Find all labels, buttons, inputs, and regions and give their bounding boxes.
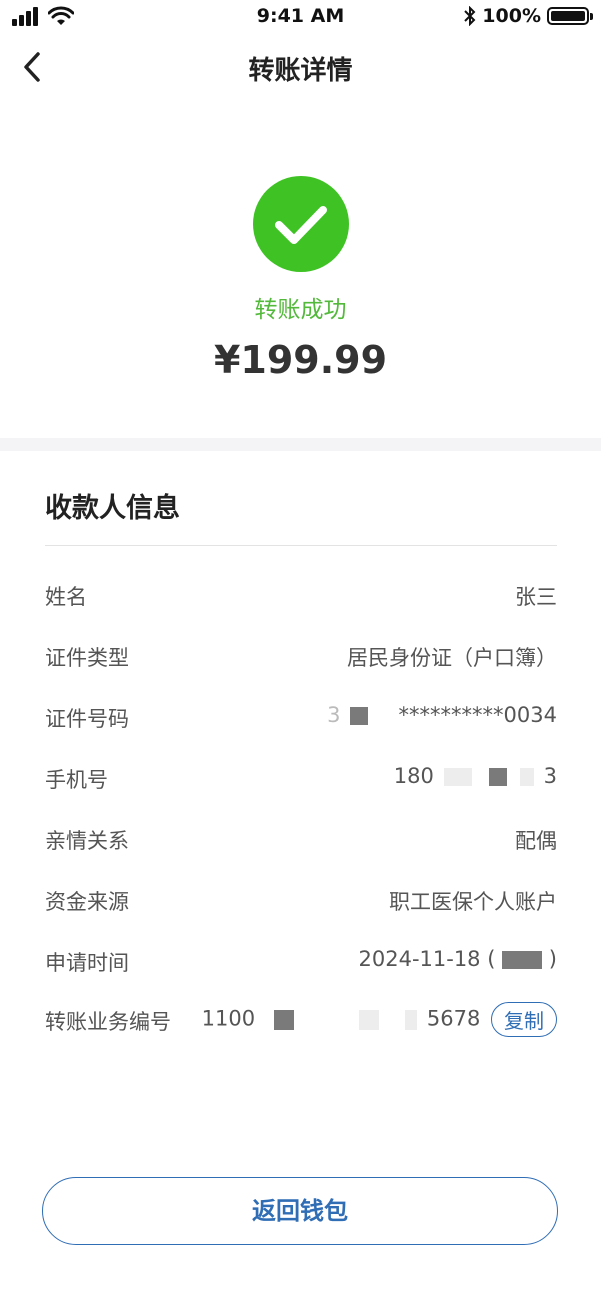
row-phone: 手机号 180 3 xyxy=(45,758,557,798)
value-prefix: 1100 xyxy=(201,1006,256,1031)
value-prefix: 180 xyxy=(393,764,434,788)
value-suffix: 3 xyxy=(543,764,557,788)
row-value: 张三 xyxy=(515,585,557,609)
row-label: 亲情关系 xyxy=(45,829,129,853)
row-value: 配偶 xyxy=(515,829,557,853)
row-value: 3 **********0034 xyxy=(327,703,557,727)
row-name: 姓名 张三 xyxy=(45,575,557,615)
value-suffix: 5678 xyxy=(426,1006,481,1031)
row-label: 证件号码 xyxy=(45,707,129,731)
transfer-status: 转账成功 xyxy=(254,297,347,323)
status-right: 100% xyxy=(464,5,593,27)
row-label: 手机号 xyxy=(45,768,108,792)
success-check-icon xyxy=(253,176,349,272)
redaction-block xyxy=(273,1009,294,1030)
value-suffix: **********0034 xyxy=(398,703,557,727)
bluetooth-icon xyxy=(464,6,476,26)
nav-bar: 转账详情 xyxy=(0,34,601,100)
value-prefix: 2024-11-18 ( xyxy=(358,947,496,971)
battery-percent: 100% xyxy=(482,5,541,27)
chevron-left-icon xyxy=(24,52,40,82)
redaction-block xyxy=(405,1009,418,1030)
redaction-block xyxy=(443,768,472,786)
row-label: 转账业务编号 xyxy=(45,1010,171,1034)
row-label: 资金来源 xyxy=(45,890,129,914)
row-value: 职工医保个人账户 xyxy=(389,890,557,914)
value-suffix: ) xyxy=(548,947,557,971)
redaction-block xyxy=(380,707,389,725)
copy-button[interactable]: 复制 xyxy=(491,1002,557,1037)
return-wallet-button[interactable]: 返回钱包 xyxy=(42,1177,558,1245)
row-relationship: 亲情关系 配偶 xyxy=(45,819,557,859)
redaction-block xyxy=(350,707,369,725)
row-label: 证件类型 xyxy=(45,646,129,670)
battery-icon xyxy=(547,7,593,25)
row-apply-time: 申请时间 2024-11-18 ( ) xyxy=(45,941,557,981)
status-bar: 9:41 AM 100% xyxy=(0,0,601,34)
row-value: 2024-11-18 ( ) xyxy=(359,947,558,971)
battery-fill xyxy=(551,11,585,21)
row-business-number: 转账业务编号 1100 5678 复制 xyxy=(45,1000,557,1040)
section-divider xyxy=(0,438,601,451)
redaction-block xyxy=(519,768,534,786)
page-title: 转账详情 xyxy=(248,56,353,86)
redaction-block xyxy=(502,951,543,969)
row-fund-source: 资金来源 职工医保个人账户 xyxy=(45,880,557,920)
result-hero: 转账成功 ¥199.99 xyxy=(0,100,601,438)
row-label: 申请时间 xyxy=(45,951,129,975)
row-label: 姓名 xyxy=(45,585,87,609)
row-value: 1100 5678 复制 xyxy=(202,1002,557,1037)
value-prefix: 3 xyxy=(327,703,341,727)
transfer-amount: ¥199.99 xyxy=(213,338,388,382)
redaction-block xyxy=(359,1009,380,1030)
back-button[interactable] xyxy=(18,48,48,86)
row-id-type: 证件类型 居民身份证（户口簿） xyxy=(45,636,557,676)
row-id-number: 证件号码 3 **********0034 xyxy=(45,697,557,737)
row-value: 180 3 xyxy=(394,764,557,788)
section-title: 收款人信息 xyxy=(45,493,180,524)
section-rule xyxy=(45,545,557,546)
row-value: 居民身份证（户口簿） xyxy=(347,646,557,670)
redaction-block xyxy=(489,768,508,786)
